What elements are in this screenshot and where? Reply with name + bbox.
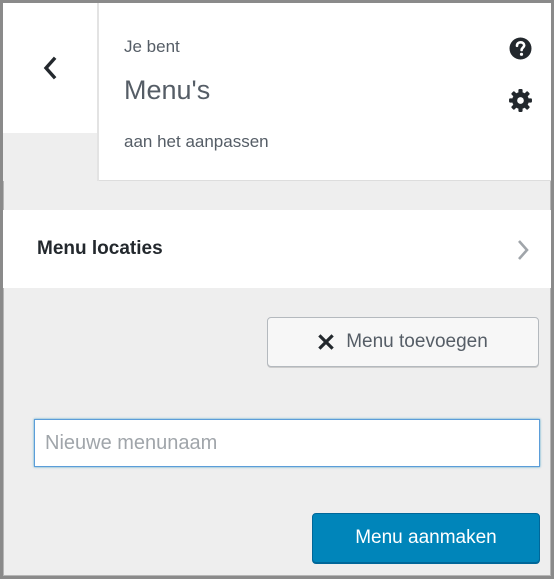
- question-circle-icon[interactable]: [508, 36, 533, 61]
- panel-title-area: Je bent Menu's aan het aanpassen: [99, 3, 551, 181]
- add-menu-button-label: Menu toevoegen: [346, 331, 488, 352]
- customizer-panel: Je bent Menu's aan het aanpassen Menu lo…: [0, 0, 554, 579]
- panel-header: Je bent Menu's aan het aanpassen: [3, 3, 551, 181]
- new-menu-name-input[interactable]: [34, 419, 540, 467]
- chevron-left-icon: [43, 56, 57, 80]
- gear-icon[interactable]: [508, 88, 533, 113]
- page-title: Menu's: [124, 75, 211, 105]
- section-label: Menu locaties: [37, 238, 163, 259]
- pre-title: Je bent: [124, 37, 180, 56]
- add-menu-button[interactable]: Menu toevoegen: [267, 317, 539, 367]
- section-menu-locations[interactable]: Menu locaties: [3, 210, 551, 288]
- chevron-right-icon: [518, 240, 529, 260]
- back-button[interactable]: [3, 3, 97, 133]
- create-menu-button[interactable]: Menu aanmaken: [312, 513, 540, 563]
- post-title: aan het aanpassen: [124, 132, 269, 151]
- close-x-icon: [318, 334, 334, 350]
